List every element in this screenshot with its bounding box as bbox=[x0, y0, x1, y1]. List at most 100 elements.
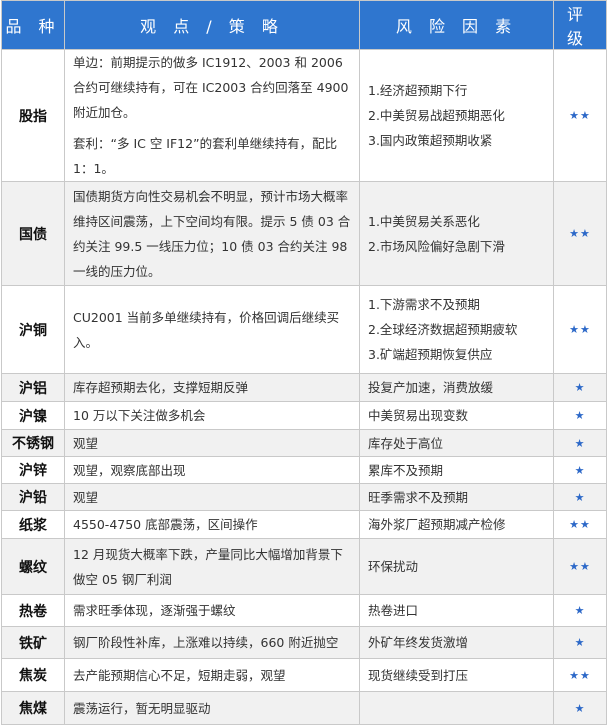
strategy-paragraph: 4550-4750 底部震荡，区间操作 bbox=[73, 517, 258, 532]
risk-cell: 外矿年终发货激增 bbox=[359, 626, 554, 659]
risk-item: 2.全球经济数据超预期疲软 bbox=[368, 322, 518, 337]
table-row: 沪铝 库存超预期去化，支撑短期反弹 投复产加速，消费放缓 ★ bbox=[1, 373, 607, 402]
variety-cell: 螺纹 bbox=[1, 538, 65, 595]
risk-item: 1.下游需求不及预期 bbox=[368, 297, 480, 312]
variety-cell: 热卷 bbox=[1, 594, 65, 627]
header-risk: 风 险 因 素 bbox=[359, 0, 554, 50]
strategy-paragraph: CU2001 当前多单继续持有，价格回调后继续买入。 bbox=[73, 309, 340, 350]
rating-stars-icon: ★ bbox=[553, 373, 607, 402]
table-row: 纸浆 4550-4750 底部震荡，区间操作 海外浆厂超预期减产检修 ★★ bbox=[1, 510, 607, 539]
table-row: 股指 单边：前期提示的做多 IC1912、2003 和 2006 合约可继续持有，… bbox=[1, 49, 607, 182]
rating-stars-icon: ★ bbox=[553, 626, 607, 659]
risk-cell: 1.下游需求不及预期 2.全球经济数据超预期疲软 3.矿端超预期恢复供应 bbox=[359, 285, 554, 374]
strategy-paragraph: 套利：“多 IC 空 IF12”的套利单继续持有，配比 1：1。 bbox=[73, 136, 338, 176]
strategy-cell: 12 月现货大概率下跌，产量同比大幅增加背景下做空 05 钢厂利润 bbox=[64, 538, 360, 595]
table-row: 热卷 需求旺季体现，逐渐强于螺纹 热卷进口 ★ bbox=[1, 594, 607, 627]
risk-item: 外矿年终发货激增 bbox=[368, 635, 469, 650]
strategy-table: 品 种 观 点 / 策 略 风 险 因 素 评 级 股指 单边：前期提示的做多 I… bbox=[1, 0, 607, 725]
table-row: 国债 国债期货方向性交易机会不明显，预计市场大概率维持区间震荡，上下空间均有限。提… bbox=[1, 181, 607, 286]
header-rating: 评 级 bbox=[553, 0, 607, 50]
strategy-cell: 观望 bbox=[64, 429, 360, 457]
risk-cell: 旺季需求不及预期 bbox=[359, 483, 554, 511]
risk-cell bbox=[359, 691, 554, 725]
strategy-cell: 钢厂阶段性补库，上涨难以持续，660 附近抛空 bbox=[64, 626, 360, 659]
rating-stars-icon: ★★ bbox=[553, 181, 607, 286]
risk-cell: 库存处于高位 bbox=[359, 429, 554, 457]
strategy-cell: 去产能预期信心不足，短期走弱，观望 bbox=[64, 658, 360, 692]
rating-stars-icon: ★★ bbox=[553, 538, 607, 595]
strategy-cell: 震荡运行，暂无明显驱动 bbox=[64, 691, 360, 725]
table-row: 沪镍 10 万以下关注做多机会 中美贸易出现变数 ★ bbox=[1, 401, 607, 430]
rating-stars-icon: ★ bbox=[553, 594, 607, 627]
risk-item: 累库不及预期 bbox=[368, 462, 444, 478]
risk-item: 海外浆厂超预期减产检修 bbox=[368, 517, 506, 532]
variety-cell: 铁矿 bbox=[1, 626, 65, 659]
table-row: 焦煤 震荡运行，暂无明显驱动 ★ bbox=[1, 691, 607, 725]
table-row: 焦炭 去产能预期信心不足，短期走弱，观望 现货继续受到打压 ★★ bbox=[1, 658, 607, 692]
variety-cell: 沪铜 bbox=[1, 285, 65, 374]
table-row: 不锈钢 观望 库存处于高位 ★ bbox=[1, 429, 607, 457]
strategy-cell: 单边：前期提示的做多 IC1912、2003 和 2006 合约可继续持有，可在… bbox=[64, 49, 360, 182]
strategy-cell: CU2001 当前多单继续持有，价格回调后继续买入。 bbox=[64, 285, 360, 374]
risk-item: 现货继续受到打压 bbox=[368, 667, 469, 683]
strategy-paragraph: 震荡运行，暂无明显驱动 bbox=[73, 700, 211, 716]
rating-stars-icon: ★★ bbox=[553, 658, 607, 692]
risk-cell: 海外浆厂超预期减产检修 bbox=[359, 510, 554, 539]
risk-cell: 1.中美贸易关系恶化 2.市场风险偏好急剧下滑 bbox=[359, 181, 554, 286]
strategy-cell: 库存超预期去化，支撑短期反弹 bbox=[64, 373, 360, 402]
risk-item: 热卷进口 bbox=[368, 603, 419, 618]
table-row: 沪铅 观望 旺季需求不及预期 ★ bbox=[1, 483, 607, 511]
risk-cell: 环保扰动 bbox=[359, 538, 554, 595]
variety-cell: 沪铝 bbox=[1, 373, 65, 402]
rating-stars-icon: ★ bbox=[553, 456, 607, 484]
rating-stars-icon: ★★ bbox=[553, 49, 607, 182]
variety-cell: 国债 bbox=[1, 181, 65, 286]
risk-item: 2.市场风险偏好急剧下滑 bbox=[368, 238, 505, 254]
rating-stars-icon: ★★ bbox=[553, 510, 607, 539]
rating-stars-icon: ★ bbox=[553, 401, 607, 430]
strategy-paragraph: 钢厂阶段性补库，上涨难以持续，660 附近抛空 bbox=[73, 635, 339, 650]
strategy-paragraph: 需求旺季体现，逐渐强于螺纹 bbox=[73, 603, 236, 618]
risk-item: 2.中美贸易战超预期恶化 bbox=[368, 108, 505, 123]
rating-stars-icon: ★ bbox=[553, 483, 607, 511]
risk-item: 1.中美贸易关系恶化 bbox=[368, 213, 480, 229]
rating-stars-icon: ★ bbox=[553, 691, 607, 725]
strategy-paragraph: 去产能预期信心不足，短期走弱，观望 bbox=[73, 667, 286, 683]
variety-cell: 不锈钢 bbox=[1, 429, 65, 457]
risk-item: 库存处于高位 bbox=[368, 435, 444, 451]
risk-cell: 中美贸易出现变数 bbox=[359, 401, 554, 430]
risk-cell: 投复产加速，消费放缓 bbox=[359, 373, 554, 402]
table-row: 铁矿 钢厂阶段性补库，上涨难以持续，660 附近抛空 外矿年终发货激增 ★ bbox=[1, 626, 607, 659]
risk-item: 3.国内政策超预期收紧 bbox=[368, 133, 493, 148]
strategy-paragraph: 观望 bbox=[73, 435, 99, 451]
variety-cell: 焦煤 bbox=[1, 691, 65, 725]
risk-cell: 1.经济超预期下行 2.中美贸易战超预期恶化 3.国内政策超预期收紧 bbox=[359, 49, 554, 182]
strategy-cell: 国债期货方向性交易机会不明显，预计市场大概率维持区间震荡，上下空间均有限。提示 … bbox=[64, 181, 360, 286]
risk-item: 1.经济超预期下行 bbox=[368, 83, 468, 98]
risk-item: 中美贸易出现变数 bbox=[368, 408, 469, 423]
strategy-paragraph: 观望 bbox=[73, 489, 99, 505]
table-row: 沪铜 CU2001 当前多单继续持有，价格回调后继续买入。 1.下游需求不及预期 2.… bbox=[1, 285, 607, 374]
variety-cell: 沪镍 bbox=[1, 401, 65, 430]
variety-cell: 纸浆 bbox=[1, 510, 65, 539]
strategy-paragraph: 12 月现货大概率下跌，产量同比大幅增加背景下做空 05 钢厂利润 bbox=[73, 546, 343, 587]
table-row: 螺纹 12 月现货大概率下跌，产量同比大幅增加背景下做空 05 钢厂利润 环保扰动 ★… bbox=[1, 538, 607, 595]
header-strategy: 观 点 / 策 略 bbox=[64, 0, 360, 50]
strategy-cell: 观望 bbox=[64, 483, 360, 511]
risk-item: 投复产加速，消费放缓 bbox=[368, 380, 494, 395]
variety-cell: 沪锌 bbox=[1, 456, 65, 484]
risk-item: 3.矿端超预期恢复供应 bbox=[368, 347, 493, 362]
risk-item: 环保扰动 bbox=[368, 559, 419, 574]
risk-cell: 现货继续受到打压 bbox=[359, 658, 554, 692]
variety-cell: 焦炭 bbox=[1, 658, 65, 692]
strategy-paragraph: 库存超预期去化，支撑短期反弹 bbox=[73, 380, 249, 395]
strategy-paragraph: 10 万以下关注做多机会 bbox=[73, 408, 206, 423]
strategy-cell: 4550-4750 底部震荡，区间操作 bbox=[64, 510, 360, 539]
table-body: 股指 单边：前期提示的做多 IC1912、2003 和 2006 合约可继续持有，… bbox=[1, 49, 607, 725]
strategy-cell: 观望，观察底部出现 bbox=[64, 456, 360, 484]
header-variety: 品 种 bbox=[1, 0, 65, 50]
rating-stars-icon: ★ bbox=[553, 429, 607, 457]
strategy-cell: 10 万以下关注做多机会 bbox=[64, 401, 360, 430]
variety-cell: 沪铅 bbox=[1, 483, 65, 511]
strategy-paragraph: 单边：前期提示的做多 IC1912、2003 和 2006 合约可继续持有，可在… bbox=[73, 55, 349, 120]
